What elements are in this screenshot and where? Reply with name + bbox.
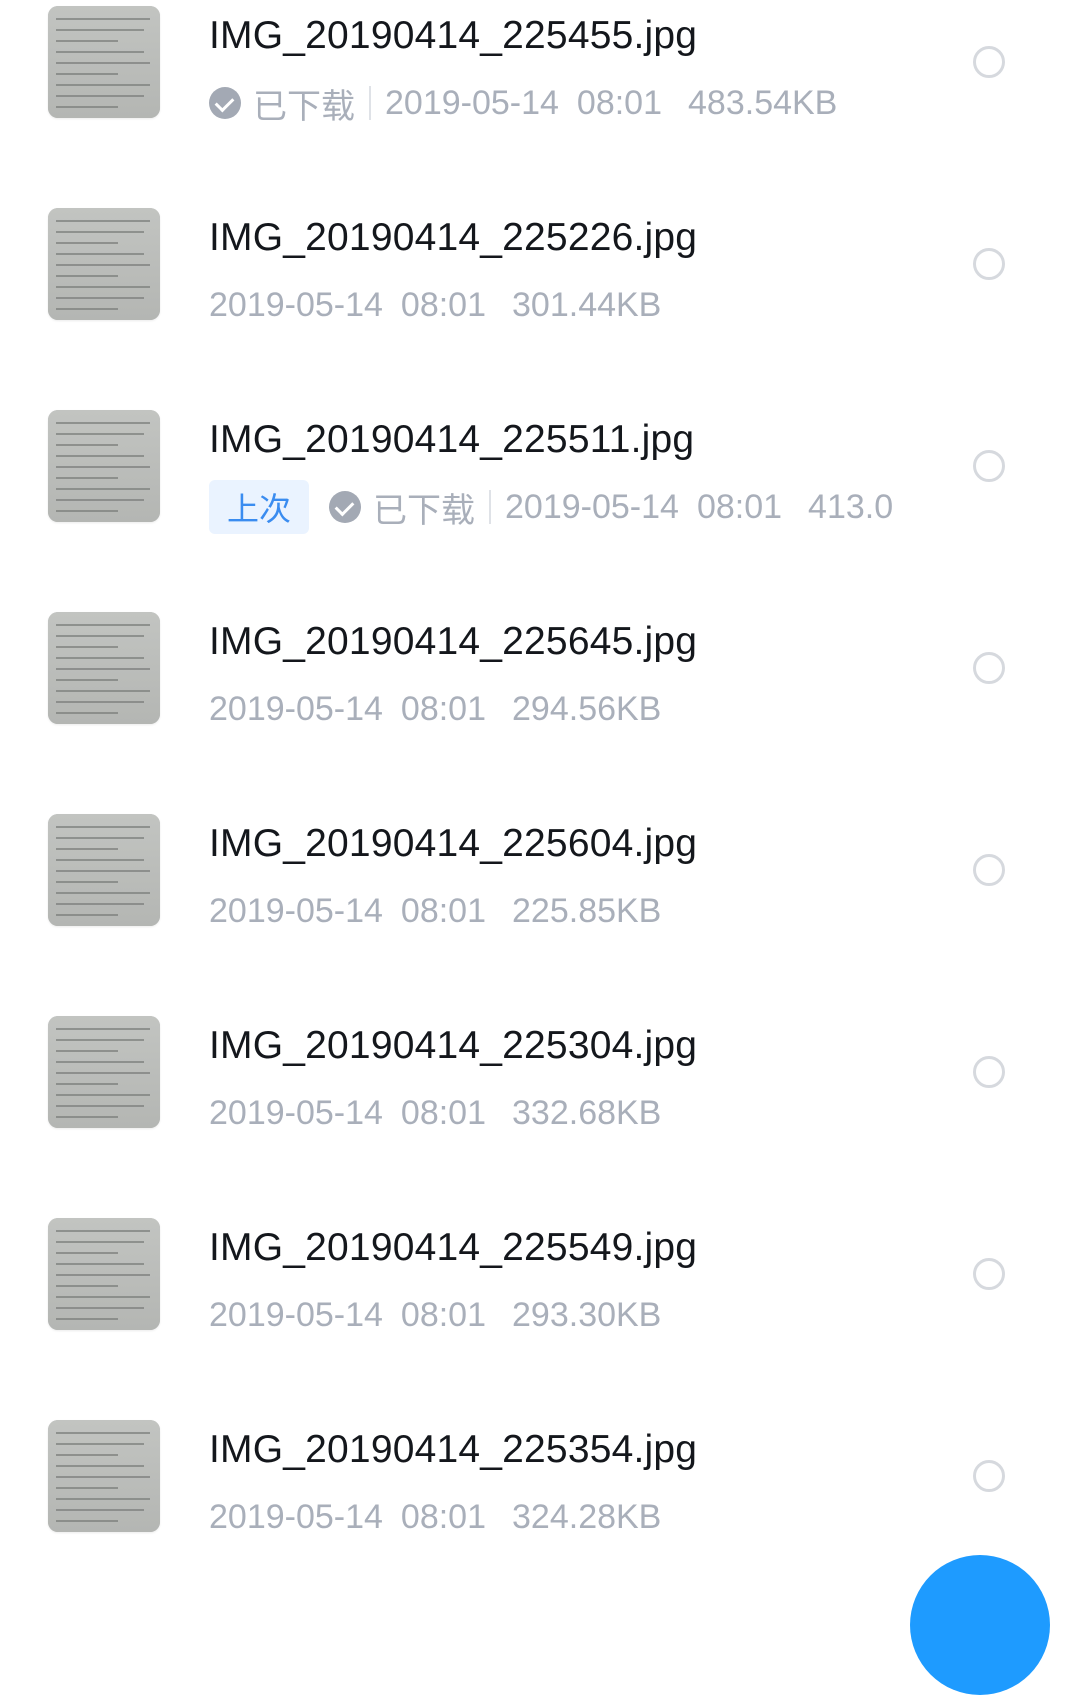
radio-circle-icon[interactable] [973, 248, 1005, 280]
file-date: 2019-05-14 [505, 487, 679, 526]
file-row[interactable]: IMG_20190414_225549.jpg 2019-05-14 08:01 29… [0, 1214, 1080, 1354]
radio-circle-icon[interactable] [973, 46, 1005, 78]
file-row[interactable]: IMG_20190414_225604.jpg 2019-05-14 08:01 22… [0, 810, 1080, 950]
download-status: 已下载 [253, 87, 355, 126]
file-row[interactable]: IMG_20190414_225455.jpg 已下载 2019-05-14 08:0… [0, 2, 1080, 142]
floating-action-button[interactable] [910, 1555, 1050, 1695]
last-opened-tag: 上次 [209, 480, 310, 534]
file-name: IMG_20190414_225455.jpg [209, 14, 698, 57]
file-thumbnail [48, 6, 160, 118]
file-date: 2019-05-14 [209, 1295, 383, 1334]
file-thumbnail [48, 1420, 160, 1532]
file-row[interactable]: IMG_20190414_225511.jpg 上次 已下载 2019-05-14 08… [0, 406, 1080, 546]
file-row[interactable]: IMG_20190414_225226.jpg 2019-05-14 08:01 30… [0, 204, 1080, 344]
file-meta: 2019-05-14 08:01 225.85KB [209, 886, 661, 936]
radio-circle-icon[interactable] [973, 1460, 1005, 1492]
file-date: 2019-05-14 [209, 891, 383, 930]
file-thumbnail [48, 814, 160, 926]
file-time: 08:01 [400, 1093, 487, 1132]
file-row[interactable]: IMG_20190414_225304.jpg 2019-05-14 08:01 33… [0, 1012, 1080, 1152]
file-date: 2019-05-14 [209, 1093, 383, 1132]
file-meta: 上次 已下载 2019-05-14 08:01 413.0 [209, 480, 894, 534]
radio-circle-icon[interactable] [973, 1258, 1005, 1290]
file-name: IMG_20190414_225604.jpg [209, 822, 698, 865]
check-circle-icon [329, 491, 362, 523]
file-meta: 2019-05-14 08:01 293.30KB [209, 1290, 661, 1340]
radio-circle-icon[interactable] [973, 652, 1005, 684]
download-status: 已下载 [373, 491, 476, 530]
file-size: 332.68KB [512, 1093, 662, 1132]
file-time: 08:01 [576, 83, 663, 122]
check-circle-icon [209, 87, 241, 119]
file-meta: 2019-05-14 08:01 294.56KB [209, 684, 661, 734]
file-time: 08:01 [400, 1295, 487, 1334]
file-size: 324.28KB [512, 1497, 662, 1536]
file-size: 301.44KB [512, 285, 662, 324]
file-size: 225.85KB [512, 891, 662, 930]
meta-divider [369, 86, 371, 120]
radio-circle-icon[interactable] [973, 450, 1005, 482]
file-thumbnail [48, 410, 160, 522]
file-name: IMG_20190414_225304.jpg [209, 1024, 698, 1067]
file-time: 08:01 [400, 689, 487, 728]
file-meta: 2019-05-14 08:01 332.68KB [209, 1088, 661, 1138]
file-time: 08:01 [400, 285, 487, 324]
file-date: 2019-05-14 [209, 1497, 383, 1536]
file-date: 2019-05-14 [209, 285, 383, 324]
file-name: IMG_20190414_225354.jpg [209, 1428, 698, 1471]
file-name: IMG_20190414_225645.jpg [209, 620, 698, 663]
file-time: 08:01 [400, 891, 487, 930]
file-date: 2019-05-14 [385, 83, 559, 122]
file-size: 294.56KB [512, 689, 662, 728]
file-time: 08:01 [400, 1497, 487, 1536]
file-time: 08:01 [696, 487, 783, 526]
file-name: IMG_20190414_225549.jpg [209, 1226, 698, 1269]
file-date: 2019-05-14 [209, 689, 383, 728]
file-size: 483.54KB [688, 83, 838, 122]
file-thumbnail [48, 612, 160, 724]
file-row[interactable]: IMG_20190414_225645.jpg 2019-05-14 08:01 29… [0, 608, 1080, 748]
file-thumbnail [48, 1016, 160, 1128]
file-thumbnail [48, 1218, 160, 1330]
radio-circle-icon[interactable] [973, 854, 1005, 886]
file-size: 293.30KB [512, 1295, 662, 1334]
meta-divider [489, 490, 492, 524]
file-meta: 已下载 2019-05-14 08:01 483.54KB [209, 78, 837, 128]
file-name: IMG_20190414_225511.jpg [209, 418, 695, 461]
file-meta: 2019-05-14 08:01 301.44KB [209, 280, 661, 330]
file-size: 413.0 [808, 487, 894, 526]
file-thumbnail [48, 208, 160, 320]
file-list-sheet: IMG_20190414_225455.jpg 已下载 2019-05-14 08:0… [0, 0, 1080, 1581]
radio-circle-icon[interactable] [973, 1056, 1005, 1088]
file-row[interactable]: IMG_20190414_225354.jpg 2019-05-14 08:01 32… [0, 1416, 1080, 1556]
file-name: IMG_20190414_225226.jpg [209, 216, 698, 259]
file-meta: 2019-05-14 08:01 324.28KB [209, 1492, 661, 1542]
